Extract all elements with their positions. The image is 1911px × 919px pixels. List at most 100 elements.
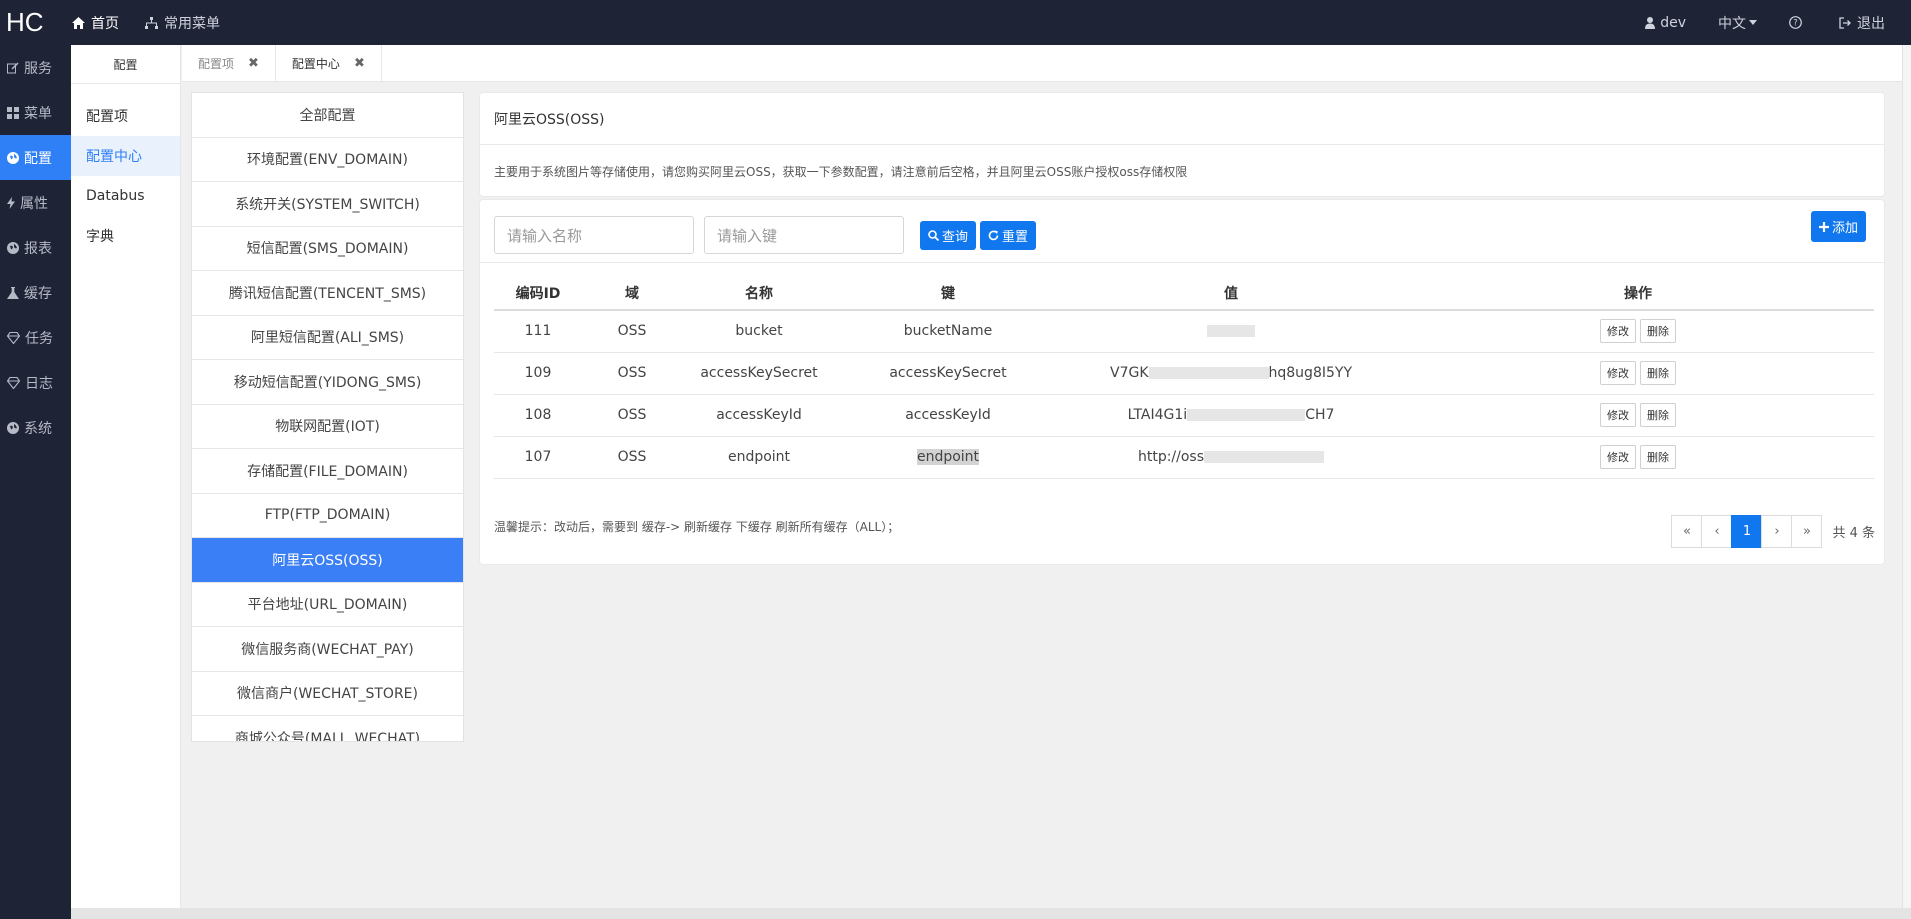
cell-value: V7GK hq8ug8I5YY <box>1060 352 1402 395</box>
highlighted-key: endpoint <box>916 449 980 465</box>
cell-id: 111 <box>494 310 582 353</box>
redacted-value <box>1187 409 1306 421</box>
delete-button[interactable]: 删除 <box>1640 403 1676 427</box>
page-first-button[interactable]: « <box>1671 515 1703 548</box>
page-last-button[interactable]: » <box>1791 515 1823 548</box>
cell-value: http://oss <box>1060 436 1402 479</box>
row-actions: 修改 删除 <box>1402 361 1874 385</box>
tab-label: 配置项 <box>198 57 235 71</box>
column-header-value: 值 <box>1060 276 1402 311</box>
category-item[interactable]: 环境配置(ENV_DOMAIN) <box>192 138 463 182</box>
sidebar-item-label: 服务 <box>24 60 52 77</box>
user-menu[interactable]: dev <box>1645 15 1686 31</box>
cell-id: 109 <box>494 352 582 395</box>
column-header-actions: 操作 <box>1402 276 1874 311</box>
page-prev-button[interactable]: ‹ <box>1701 515 1733 548</box>
bottom-strip <box>71 908 1911 919</box>
query-button[interactable]: 查询 <box>920 220 977 250</box>
sidebar-item-label: 缓存 <box>24 285 52 302</box>
sidebar-item-log[interactable]: 日志 <box>0 360 71 405</box>
category-item[interactable]: 阿里短信配置(ALI_SMS) <box>192 316 463 360</box>
tips-text: 温馨提示：改动后，需要到 缓存-> 刷新缓存 下缓存 刷新所有缓存（ALL）； <box>494 520 900 534</box>
name-search-input[interactable]: 请输入名称 <box>494 216 694 254</box>
close-icon[interactable]: ✖ <box>354 56 365 71</box>
category-item[interactable]: 移动短信配置(YIDONG_SMS) <box>192 360 463 405</box>
category-item[interactable]: 微信服务商(WECHAT_PAY) <box>192 627 463 672</box>
logout-button[interactable]: 退出 <box>1839 13 1885 33</box>
sidebar-item-label: 报表 <box>24 240 52 257</box>
tab-config-item[interactable]: 配置项 ✖ <box>182 45 276 82</box>
config-category-list: 全部配置 环境配置(ENV_DOMAIN) 系统开关(SYSTEM_SWITCH… <box>191 92 464 742</box>
table-row: 108 OSS accessKeyId accessKeyId LTAI4G1i… <box>494 394 1874 437</box>
globe-icon <box>7 151 19 164</box>
category-item[interactable]: FTP(FTP_DOMAIN) <box>192 494 463 538</box>
category-item[interactable]: 系统开关(SYSTEM_SWITCH) <box>192 182 463 227</box>
category-item[interactable]: 商城公众号(MALL_WECHAT) <box>192 716 463 741</box>
language-select[interactable]: 中文 <box>1718 13 1757 33</box>
category-item[interactable]: 全部配置 <box>192 93 463 138</box>
sidebar-item-service[interactable]: 服务 <box>0 45 71 90</box>
add-button[interactable]: 添加 <box>1810 211 1866 242</box>
edit-button[interactable]: 修改 <box>1600 403 1636 427</box>
help-button[interactable]: ? <box>1789 16 1807 29</box>
column-header-key: 键 <box>836 276 1060 311</box>
cell-domain: OSS <box>582 394 682 437</box>
nav-home[interactable]: 首页 <box>72 13 119 33</box>
value-prefix: LTAI4G1i <box>1127 407 1188 423</box>
category-item[interactable]: 腾讯短信配置(TENCENT_SMS) <box>192 271 463 316</box>
row-actions: 修改 删除 <box>1402 319 1874 344</box>
delete-button[interactable]: 删除 <box>1640 361 1676 385</box>
nav-common-menu[interactable]: 常用菜单 <box>145 13 220 33</box>
sub-item-dictionary[interactable]: 字典 <box>71 216 180 256</box>
sidebar-item-attribute[interactable]: 属性 <box>0 180 71 225</box>
edit-button[interactable]: 修改 <box>1600 361 1636 385</box>
tab-config-center[interactable]: 配置中心 ✖ <box>276 45 382 82</box>
sub-item-config-center[interactable]: 配置中心 <box>71 136 180 176</box>
sub-sidebar: 配置 配置项 配置中心 Databus 字典 <box>71 45 181 908</box>
top-bar: HC 首页 常用菜单 dev 中文 ? 退出 <box>0 0 1911 45</box>
page-current-button[interactable]: 1 <box>1731 515 1763 548</box>
category-item-active[interactable]: 阿里云OSS(OSS) <box>192 538 463 583</box>
reset-button[interactable]: 重置 <box>980 220 1037 250</box>
svg-text:?: ? <box>1793 19 1798 29</box>
cell-id: 108 <box>494 394 582 437</box>
search-row: 请输入名称 请输入键 查询 重置 <box>494 216 1040 254</box>
category-item[interactable]: 存储配置(FILE_DOMAIN) <box>192 449 463 494</box>
column-header-domain: 域 <box>582 276 682 311</box>
flask-icon <box>7 286 19 299</box>
category-item[interactable]: 短信配置(SMS_DOMAIN) <box>192 227 463 271</box>
query-label: 查询 <box>942 229 969 245</box>
cell-name: endpoint <box>682 436 836 479</box>
edit-button[interactable]: 修改 <box>1600 445 1636 469</box>
diamond-icon <box>7 331 20 344</box>
key-search-input[interactable]: 请输入键 <box>704 216 904 254</box>
sidebar-item-task[interactable]: 任务 <box>0 315 71 360</box>
logo[interactable]: HC <box>0 7 72 38</box>
sidebar-item-report[interactable]: 报表 <box>0 225 71 270</box>
top-right: dev 中文 ? 退出 <box>1613 0 1885 45</box>
page-next-button[interactable]: › <box>1761 515 1793 548</box>
user-name: dev <box>1660 14 1686 31</box>
sidebar-item-cache[interactable]: 缓存 <box>0 270 71 315</box>
delete-button[interactable]: 删除 <box>1640 319 1676 344</box>
search-icon <box>928 229 939 241</box>
cell-name: accessKeyId <box>682 394 836 437</box>
main-sidebar: 服务 菜单 配置 属性 报表 缓存 任务 日志 系统 <box>0 45 71 919</box>
sub-item-databus[interactable]: Databus <box>71 176 180 216</box>
category-item[interactable]: 平台地址(URL_DOMAIN) <box>192 583 463 627</box>
sub-item-config-item[interactable]: 配置项 <box>71 96 180 136</box>
category-item[interactable]: 物联网配置(IOT) <box>192 405 463 449</box>
scrollbar[interactable] <box>1902 45 1911 919</box>
value-prefix: V7GK <box>1110 365 1149 381</box>
sidebar-item-menu[interactable]: 菜单 <box>0 90 71 135</box>
sidebar-item-config[interactable]: 配置 <box>0 135 71 180</box>
delete-button[interactable]: 删除 <box>1640 445 1676 469</box>
edit-button[interactable]: 修改 <box>1600 319 1636 344</box>
tab-bar: 配置项 ✖ 配置中心 ✖ <box>182 45 1902 82</box>
sidebar-item-system[interactable]: 系统 <box>0 405 71 450</box>
close-icon[interactable]: ✖ <box>248 56 259 71</box>
nav-home-label: 首页 <box>91 15 119 32</box>
cell-name: bucket <box>682 310 836 353</box>
category-item[interactable]: 微信商户(WECHAT_STORE) <box>192 672 463 716</box>
row-actions: 修改 删除 <box>1402 445 1874 469</box>
